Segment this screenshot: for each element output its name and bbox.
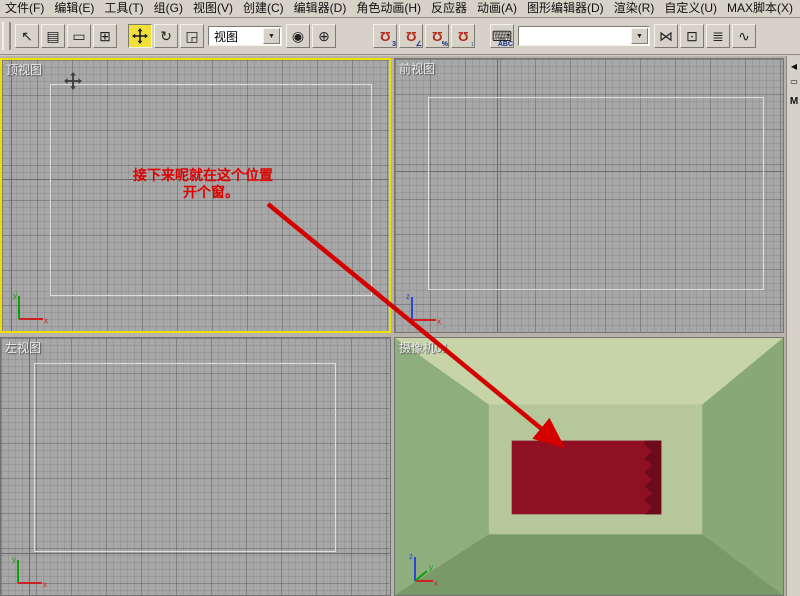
panel-tab-icon[interactable]: ▭ — [790, 77, 798, 86]
reference-coord-system-dropdown[interactable]: 视图 ▼ — [208, 26, 282, 46]
x-axis-label: x — [43, 580, 47, 589]
magnet-icon: Ω — [406, 29, 416, 44]
mirror-icon: ⋈ — [659, 28, 673, 45]
x-axis-label: x — [434, 579, 438, 588]
viewport-label[interactable]: 摄像机01 — [399, 339, 448, 356]
select-arrow-icon: ↖ — [21, 28, 33, 45]
pivot-center-icon: ◉ — [292, 28, 304, 45]
red-wall-box[interactable] — [512, 441, 662, 515]
viewport-area: 顶视图 接下来呢就在这个位置 开个窗。 y x 前视图 — [0, 56, 786, 596]
viewport-label[interactable]: 左视图 — [5, 339, 41, 356]
room-wireframe-front[interactable] — [428, 97, 764, 290]
menu-views[interactable]: 视图(V) — [188, 0, 238, 17]
window-crossing-icon: ⊞ — [99, 28, 111, 45]
menu-customize[interactable]: 自定义(U) — [659, 0, 722, 17]
chevron-down-icon[interactable]: ▼ — [631, 28, 648, 44]
toolbar-drag-handle[interactable] — [2, 22, 11, 50]
select-and-scale-button[interactable]: ◲ — [180, 24, 204, 48]
menu-group[interactable]: 组(G) — [149, 0, 188, 17]
layers-icon: ≣ — [712, 28, 724, 45]
angle-badge: ∠ — [416, 40, 422, 48]
camera-render — [395, 338, 783, 595]
snap-3-badge: 3 — [392, 41, 396, 48]
align-icon: ⊡ — [686, 28, 698, 45]
scale-icon: ◲ — [185, 28, 198, 45]
panel-edge-label: M — [790, 96, 798, 107]
y-axis-label: y — [13, 291, 17, 300]
menu-modifiers[interactable]: 编辑器(D) — [289, 0, 352, 17]
axis-tripod: z x y — [403, 549, 443, 589]
menu-create[interactable]: 创建(C) — [238, 0, 289, 17]
menu-bar: 文件(F) 编辑(E) 工具(T) 组(G) 视图(V) 创建(C) 编辑器(D… — [0, 0, 800, 18]
menu-rendering[interactable]: 渲染(R) — [609, 0, 660, 17]
annotation-line1: 接下来呢就在这个位置 — [133, 167, 273, 184]
magnet-icon: Ω — [432, 29, 442, 44]
angle-snap-button[interactable]: Ω ∠ — [399, 24, 423, 48]
viewport-left[interactable]: 左视图 y x — [0, 337, 391, 596]
select-by-name-button[interactable]: ▤ — [41, 24, 65, 48]
axis-tripod: y x — [9, 553, 49, 589]
move-icon — [132, 28, 148, 44]
menu-edit[interactable]: 编辑(E) — [49, 0, 99, 17]
viewport-front[interactable]: 前视图 z x — [394, 58, 784, 333]
abc-badge: ABC — [498, 41, 513, 48]
select-object-button[interactable]: ↖ — [15, 24, 39, 48]
menu-reactor[interactable]: 反应器 — [426, 0, 472, 17]
viewport-label[interactable]: 前视图 — [399, 60, 435, 77]
room-wireframe-left[interactable] — [34, 363, 336, 552]
select-by-name-icon: ▤ — [46, 28, 59, 45]
align-button[interactable]: ⊡ — [680, 24, 704, 48]
menu-animation[interactable]: 动画(A) — [472, 0, 522, 17]
y-axis-label: y — [429, 563, 433, 572]
menu-character[interactable]: 角色动画(H) — [351, 0, 426, 17]
window-crossing-button[interactable]: ⊞ — [93, 24, 117, 48]
viewport-label[interactable]: 顶视图 — [6, 61, 42, 78]
select-and-manipulate-button[interactable]: ⊕ — [312, 24, 336, 48]
snap-toggle-button[interactable]: Ω 3 — [373, 24, 397, 48]
command-panel-strip: ◀ ▭ M — [786, 56, 800, 596]
percent-badge: % — [442, 41, 448, 48]
annotation-text: 接下来呢就在这个位置 开个窗。 — [133, 167, 273, 201]
rect-region-icon: ▭ — [72, 28, 85, 45]
selection-region-button[interactable]: ▭ — [67, 24, 91, 48]
z-axis-label: z — [409, 552, 413, 561]
menu-tools[interactable]: 工具(T) — [99, 0, 148, 17]
axis-tripod: y x — [10, 289, 50, 325]
manipulate-icon: ⊕ — [318, 28, 330, 45]
menu-file[interactable]: 文件(F) — [0, 0, 49, 17]
menu-graph-editors[interactable]: 图形编辑器(D) — [522, 0, 609, 17]
viewport-camera[interactable]: 摄像机01 z x y — [394, 337, 784, 596]
mirror-button[interactable]: ⋈ — [654, 24, 678, 48]
magnet-icon: Ω — [458, 29, 468, 44]
y-axis-label: y — [12, 555, 16, 564]
annotation-line2: 开个窗。 — [183, 184, 273, 201]
x-axis-label: x — [437, 317, 441, 326]
axis-tripod: z x — [403, 290, 443, 326]
keyboard-override-button[interactable]: ⌨ ABC — [490, 24, 514, 48]
move-cursor — [64, 72, 82, 90]
select-and-move-button[interactable] — [128, 24, 152, 48]
named-selection-sets-dropdown[interactable]: ▼ — [518, 26, 650, 46]
coord-system-value: 视图 — [214, 28, 238, 45]
spinner-badge: ↕ — [471, 41, 475, 48]
z-axis-label: z — [406, 292, 410, 301]
main-toolbar: ↖ ▤ ▭ ⊞ ↻ ◲ 视图 ▼ ◉ ⊕ — [0, 18, 800, 55]
chevron-down-icon[interactable]: ▼ — [263, 28, 280, 44]
curve-icon: ∿ — [738, 28, 750, 45]
rotate-icon: ↻ — [160, 28, 172, 45]
world-axis-horizontal — [1, 553, 390, 554]
x-axis-label: x — [44, 316, 48, 325]
panel-collapse-icon[interactable]: ◀ — [791, 62, 797, 71]
select-and-rotate-button[interactable]: ↻ — [154, 24, 178, 48]
menu-maxscript[interactable]: MAX脚本(X) — [722, 0, 798, 17]
percent-snap-button[interactable]: Ω % — [425, 24, 449, 48]
use-center-button[interactable]: ◉ — [286, 24, 310, 48]
layer-manager-button[interactable]: ≣ — [706, 24, 730, 48]
viewport-top[interactable]: 顶视图 接下来呢就在这个位置 开个窗。 y x — [0, 58, 391, 333]
spinner-snap-button[interactable]: Ω ↕ — [451, 24, 475, 48]
curve-editor-button[interactable]: ∿ — [732, 24, 756, 48]
magnet-icon: Ω — [380, 29, 390, 44]
